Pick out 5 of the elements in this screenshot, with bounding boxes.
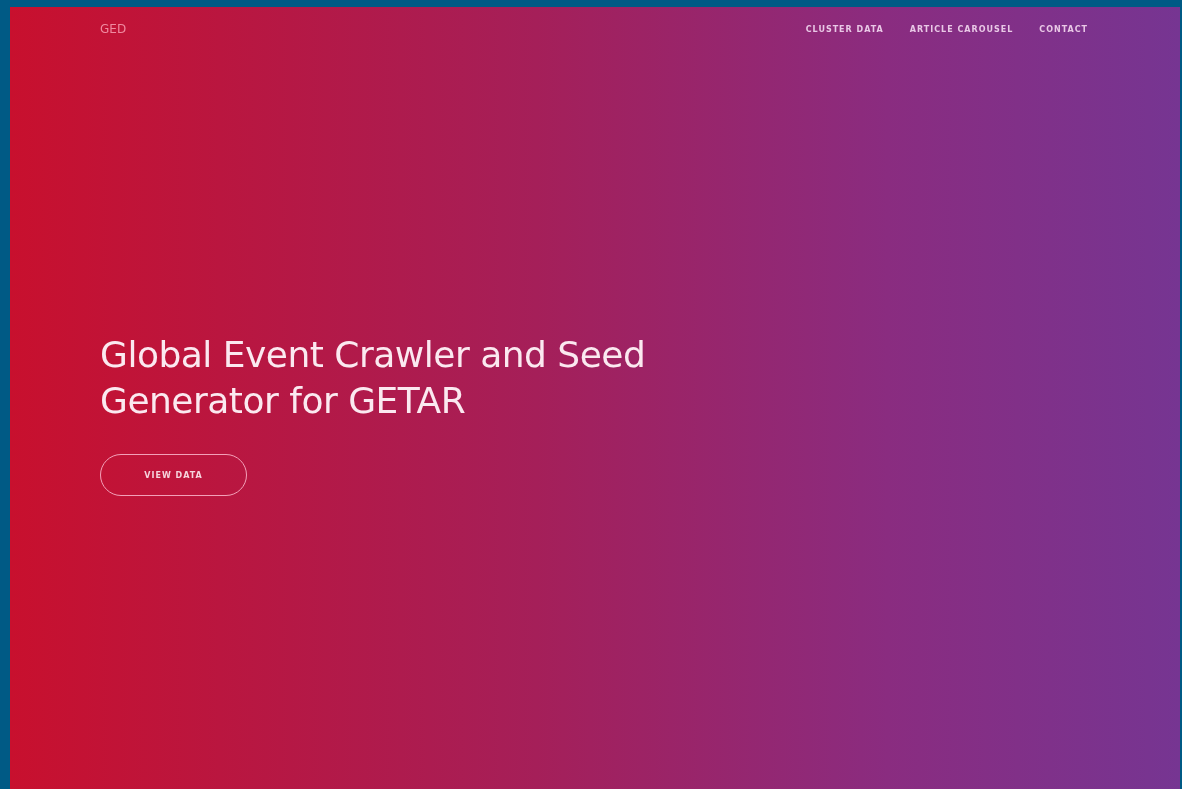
hero-title: Global Event Crawler and Seed Generator for GETAR	[100, 333, 647, 423]
nav-link[interactable]: CLUSTER DATA	[805, 24, 884, 34]
logo-link[interactable]: GED	[100, 22, 127, 36]
nav-link[interactable]: CONTACT	[1039, 24, 1088, 34]
nav-link[interactable]: ARTICLE CAROUSEL	[909, 24, 1014, 34]
